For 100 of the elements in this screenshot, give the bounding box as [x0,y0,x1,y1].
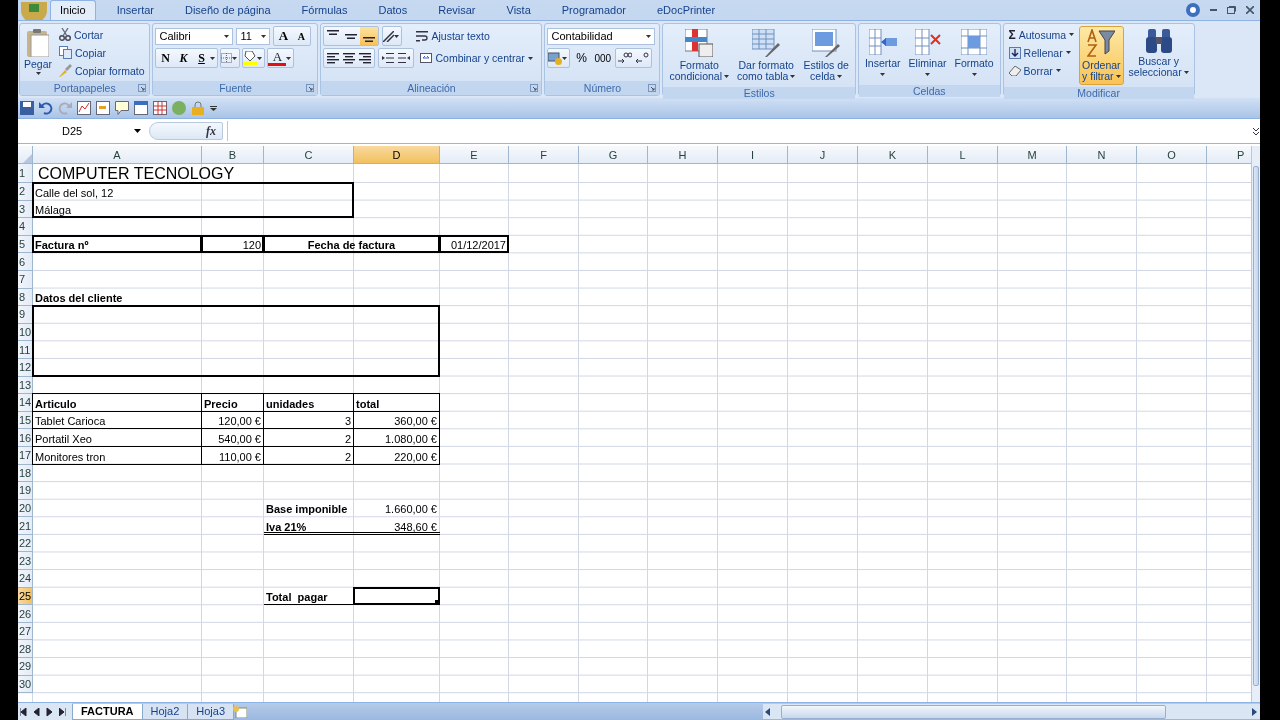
scroll-right-icon[interactable] [1252,707,1258,716]
increase-decimal-icon[interactable] [618,52,633,64]
dialog-launcher-icon[interactable] [138,84,147,92]
caret-icon[interactable] [527,56,533,60]
shrink-font-button[interactable]: A [292,27,311,45]
cut-button[interactable]: Cortar [56,26,148,43]
caret-icon[interactable] [562,56,568,60]
row-header[interactable]: 23 [18,552,33,571]
ribbon-button[interactable]: Dar formato como tabla [734,26,799,85]
caret-icon[interactable] [257,56,263,60]
window-icon[interactable] [134,101,148,115]
row-header[interactable]: 19 [18,482,33,500]
column-header[interactable]: N [1067,146,1137,164]
ribbon-button[interactable]: Estilos de celda [800,26,852,85]
row-header[interactable]: 4 [18,218,33,236]
paste-button[interactable]: Pegar [22,26,55,78]
row-header[interactable]: 6 [18,253,33,271]
fill-color-icon[interactable] [243,51,258,65]
ribbon-tab[interactable]: Insertar [106,0,164,20]
copy-button[interactable]: Copiar [56,44,148,61]
text-orientation-icon[interactable] [383,30,395,42]
ribbon-tab[interactable]: Programador [551,0,636,20]
expand-icon[interactable] [1252,126,1260,136]
insert-function-button[interactable]: fx [149,122,223,140]
decrease-decimal-icon[interactable] [635,52,650,64]
caret-icon[interactable] [925,73,930,76]
column-header[interactable]: L [928,146,998,164]
ribbon-button[interactable]: Ordenar y filtrar [1079,26,1124,85]
thousands-button[interactable]: 000 [592,49,614,67]
wrap-text-icon[interactable] [416,30,429,42]
font-name-field[interactable]: Calibri [155,27,234,45]
sheet-tab[interactable]: Hoja2 [141,703,189,720]
row-header[interactable]: 28 [18,640,33,659]
text-align-icon[interactable] [359,52,372,64]
text-align-icon[interactable] [327,52,340,64]
borders-icon[interactable] [221,53,233,63]
bold-button[interactable]: N [156,49,175,67]
column-header[interactable]: C [264,146,354,164]
caret-icon[interactable] [724,75,730,78]
last-sheet-icon[interactable] [59,707,66,716]
ribbon-button[interactable]: Formato [951,26,997,83]
column-header[interactable]: M [998,146,1067,164]
number-format-field[interactable]: Contabilidad [547,27,656,45]
caret-icon[interactable] [646,34,652,38]
ribbon-tab[interactable]: Datos [368,0,418,20]
caret-icon[interactable] [394,34,400,38]
column-header[interactable]: O [1137,146,1207,164]
column-header[interactable]: I [718,146,788,164]
row-header[interactable]: 1 [18,164,33,183]
underline-button[interactable]: S [192,49,211,67]
ribbon-tab[interactable]: Fórmulas [291,0,358,20]
scissors-icon[interactable] [59,28,72,41]
caret-icon[interactable] [1069,33,1075,36]
chart-icon[interactable] [77,101,91,115]
first-sheet-icon[interactable] [20,707,27,716]
increase-indent-icon[interactable] [398,53,411,63]
caret-icon[interactable] [1115,75,1121,78]
ribbon-button[interactable]: Formato condicional [666,26,733,85]
comment-icon[interactable] [115,101,129,115]
column-header[interactable]: J [788,146,858,164]
column-header[interactable]: D [354,146,440,164]
undo-icon[interactable] [39,101,53,115]
ribbon-button[interactable]: Buscar y seleccionar [1125,26,1192,85]
column-header[interactable]: A [33,146,202,164]
previous-sheet-icon[interactable] [33,707,40,716]
dialog-launcher-icon[interactable] [530,84,539,92]
column-header[interactable]: F [509,146,579,164]
customize-caret-icon[interactable] [210,105,217,111]
grow-font-button[interactable]: A [274,27,293,45]
ribbon-button[interactable]: Rellenar [1005,44,1078,61]
column-header[interactable]: B [202,146,264,164]
vertical-align-button[interactable] [360,27,379,45]
caret-icon[interactable] [971,73,977,76]
ribbon-tab[interactable]: Inicio [50,0,96,20]
font-size-field[interactable]: 11 [236,27,271,45]
caret-icon[interactable] [837,75,843,78]
copy-icon[interactable] [59,46,73,59]
merge-center-button[interactable]: Combinar y centrar [417,49,536,67]
dialog-launcher-icon[interactable] [648,84,657,92]
row-header[interactable]: 24 [18,570,33,588]
ribbon-tab[interactable]: Vista [496,0,541,20]
ribbon-tab[interactable]: Diseño de página [175,0,281,20]
currency-icon[interactable] [548,51,563,65]
text-align-icon[interactable] [343,52,356,64]
ribbon-button[interactable]: Insertar [861,26,904,83]
caret-icon[interactable] [35,72,41,75]
caret-icon[interactable] [1055,69,1061,72]
percent-button[interactable]: % [572,49,591,67]
caret-icon[interactable] [286,56,292,60]
vertical-scrollbar[interactable] [1251,146,1260,702]
column-header[interactable]: K [858,146,928,164]
row-header[interactable]: 21 [18,517,33,535]
name-box[interactable]: D25 [20,122,145,140]
office-button-icon[interactable] [21,2,47,20]
row-header[interactable]: 29 [18,658,33,676]
column-header[interactable]: E [440,146,509,164]
dialog-launcher-icon[interactable] [306,84,315,92]
format-painter-button[interactable]: Copiar formato [56,62,148,79]
close-icon[interactable] [1246,6,1254,14]
italic-button[interactable]: K [174,49,193,67]
